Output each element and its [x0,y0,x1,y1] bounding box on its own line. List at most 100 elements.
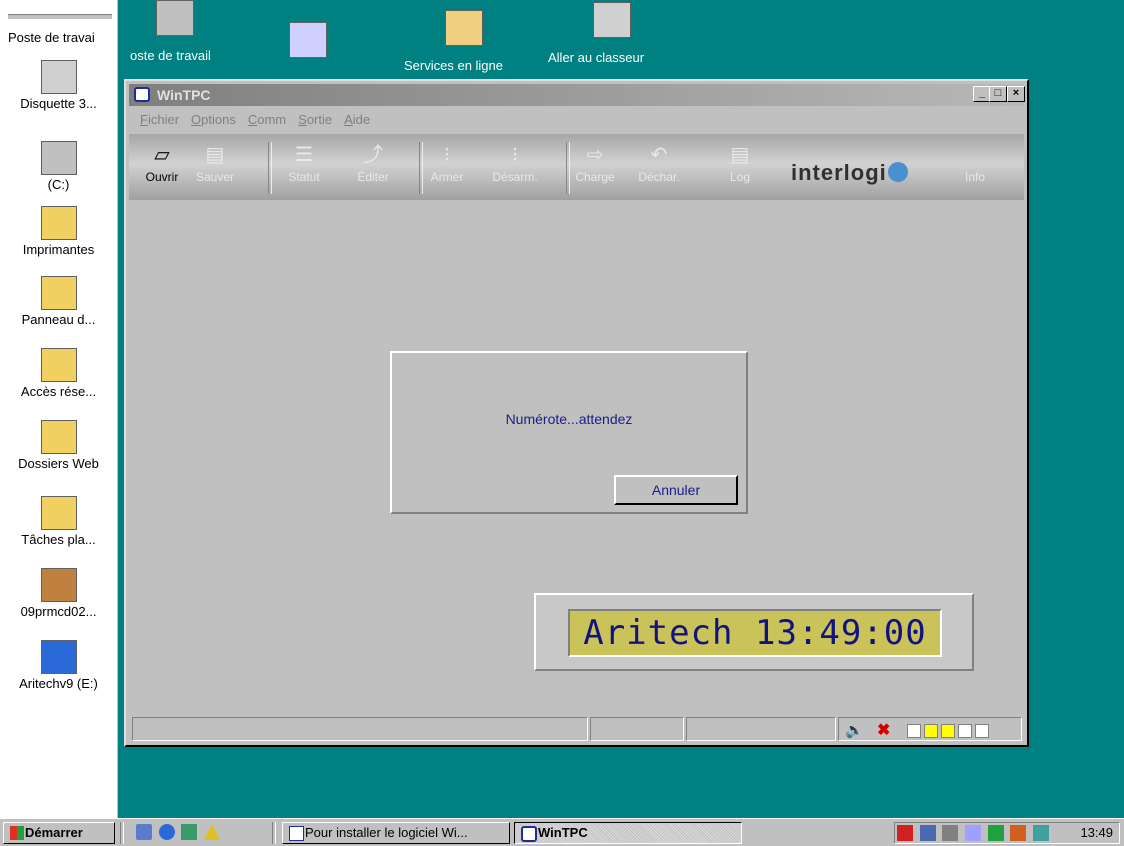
desktop-icon-label: Accès rése... [20,384,97,399]
tray-app-icon[interactable] [1032,825,1049,841]
menu-item-label: ichier [147,112,180,127]
desktop-icon[interactable] [286,22,330,70]
task-scheduler-icon[interactable] [964,825,981,841]
status-led [975,724,989,738]
cancel-button[interactable]: Annuler [614,475,738,505]
toolbar-label: Éditer [357,170,389,184]
menu-item[interactable]: Comm [248,112,286,127]
interlogix-x-icon [887,162,908,182]
toolbar-icon: ⤴ [363,144,383,166]
media-icon[interactable] [1010,825,1027,841]
status-bar: 🔈 ✖ [132,717,1022,741]
channels-icon[interactable] [203,824,220,840]
show-desktop-icon[interactable] [136,824,152,840]
menu-item-label: ptions [201,112,236,127]
desktop-icon[interactable]: Dossiers Web [0,420,117,471]
desktop-icon[interactable]: Aller au classeur [548,2,676,65]
toolbar-button-statut[interactable]: ☰ Statut [279,142,329,184]
desktop-icon-label: oste de travail [130,48,211,63]
desktop-icon-label: Panneau d... [21,312,96,327]
menu-item-label: ortie [306,112,333,127]
window-title: WinTPC [157,87,211,103]
volume-icon[interactable] [942,825,959,841]
toolbar-button-désarm[interactable]: ⁝ Désarm. [490,142,540,184]
desktop-icon[interactable]: Tâches pla... [0,496,117,547]
maximize-button[interactable]: □ [989,86,1007,102]
toolbar-separator [419,142,423,194]
interlogix-logo: interlogi [791,160,908,186]
title-bar[interactable]: WinTPC _ □ × [129,84,1025,106]
taskbar-button-label: Pour installer le logiciel Wi... [305,825,468,840]
toolbar-button-armer[interactable]: ⁝ Armer [422,142,472,184]
toolbar: ▱ Ouvrir ▤ Sauver ☰ Statut ⤴ Éditer ⁝ Armer ⁝ Désar… [129,134,1024,200]
toolbar-button-info[interactable]: Info [950,170,1000,184]
windows-logo-icon [10,826,24,840]
quick-launch [134,822,221,844]
outlook-express-icon[interactable] [181,824,198,840]
dialup-folder-icon [40,348,77,382]
toolbar-button-ouvrir[interactable]: ▱ Ouvrir [137,142,187,184]
toolbar-button-log[interactable]: ▤ Log [715,142,765,184]
menu-mnemonic: S [298,112,307,127]
desktop-icon-column [0,0,118,818]
scheduled-tasks-icon [40,496,77,530]
network-icon[interactable] [919,825,936,841]
desktop-icon-label: Services en ligne [404,58,503,73]
toolbar-label: Info [964,170,985,184]
toolbar-button-déchar[interactable]: ↶ Déchar. [634,142,684,184]
status-led [907,724,921,738]
taskbar-button-wintpc[interactable]: WinTPC [514,822,742,844]
cabinet-shortcut-icon [593,2,631,38]
desktop-icon[interactable]: Poste de travai [0,6,117,45]
monitor-icon[interactable] [987,825,1004,841]
taskbar: Démarrer Pour installer le logiciel Wi..… [0,818,1124,846]
desktop-icon-label: Aritechv9 (E:) [19,676,98,691]
computer-icon [156,0,194,36]
system-tray: 13:49 [894,822,1120,844]
desktop-icon[interactable]: oste de travail [130,0,220,63]
lcd-panel: Aritech 13:49:00 [534,593,974,671]
aritech-drive-icon [40,640,77,674]
desktop-icon[interactable]: Imprimantes [0,206,117,257]
status-panel [686,717,836,741]
desktop-icon-label: Disquette 3... [20,96,97,111]
desktop-icon-label: Imprimantes [22,242,95,257]
desktop-icon[interactable]: Disquette 3... [0,60,117,111]
desktop-icon[interactable]: 09prmcd02... [0,568,117,619]
menu-item[interactable]: Sortie [298,112,332,127]
desktop-icon[interactable]: Accès rése... [0,348,117,399]
desktop-icon[interactable]: Services en ligne [404,10,524,73]
desktop-icon[interactable]: Aritechv9 (E:) [0,640,117,691]
toolbar-button-éditer[interactable]: ⤴ Éditer [348,142,398,184]
desktop-icon-label: 09prmcd02... [20,604,97,619]
menu-item[interactable]: Fichier [140,112,179,127]
close-button[interactable]: × [1007,86,1025,102]
toolbar-separator [566,142,570,194]
antivirus-icon[interactable] [897,825,913,841]
lcd-display: Aritech 13:49:00 [568,609,942,657]
toolbar-label: Charge [575,170,615,184]
toolbar-icon: ⁝ [443,144,451,166]
floppy-drive-icon [40,60,77,94]
status-panel: 🔈 ✖ [838,717,1022,741]
folder-icon [445,10,483,46]
toolbar-button-charge[interactable]: ⇨ Charge [570,142,620,184]
clock[interactable]: 13:49 [1080,825,1113,840]
menu-item[interactable]: Aide [344,112,370,127]
menu-mnemonic: F [140,112,148,127]
desktop-icon[interactable]: (C:) [0,141,117,192]
desktop-icon[interactable]: Panneau d... [0,276,117,327]
desktop-icon-label: (C:) [47,177,70,192]
toolbar-label: Désarm. [492,170,538,184]
printers-folder-icon [40,206,77,240]
menu-mnemonic: A [344,112,353,127]
toolbar-icon: ⁝ [511,144,519,166]
menu-item[interactable]: Options [191,112,236,127]
toolbar-icon: ▤ [205,144,225,166]
wintpc-app-icon [521,826,537,842]
taskbar-divider [272,822,276,844]
start-button[interactable]: Démarrer [3,822,115,844]
toolbar-button-sauver[interactable]: ▤ Sauver [190,142,240,184]
internet-explorer-icon[interactable] [158,824,175,840]
taskbar-button-word[interactable]: Pour installer le logiciel Wi... [282,822,510,844]
